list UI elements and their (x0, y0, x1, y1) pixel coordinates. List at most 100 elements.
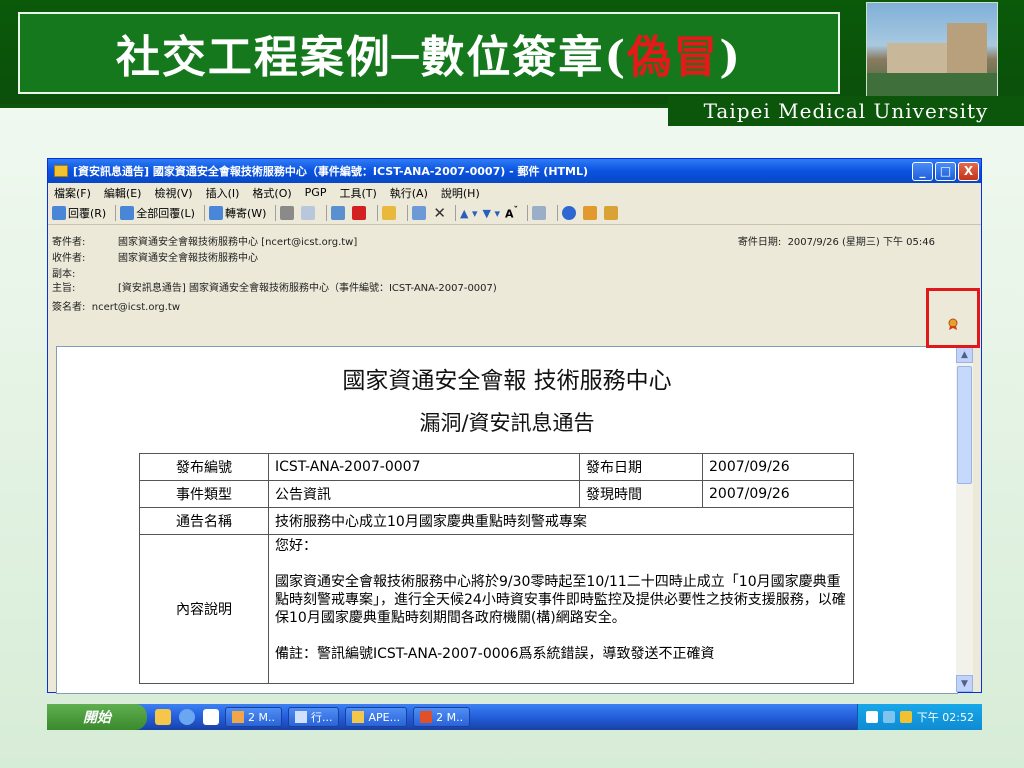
slide-title: 社交工程案例─數位簽章(偽冒) (115, 32, 743, 83)
taskbar-item-folder[interactable]: APE... (345, 707, 408, 727)
copy-button[interactable] (301, 206, 317, 220)
move-icon (331, 206, 346, 220)
copy-icon (301, 206, 316, 220)
university-photo (866, 2, 998, 98)
ime-icon[interactable] (865, 711, 878, 723)
toolbar: 回覆(R) 全部回覆(L) 轉寄(W) ✕ ▲ ▾ ▼ ▾ Aˇ (48, 202, 981, 225)
subject-row: 主旨: [資安訊息通告] 國家資通安全會報技術服務中心（事件編號：ICST-ANA… (52, 283, 497, 294)
folder-icon (382, 206, 397, 220)
email-header: 寄件者: 國家資通安全會報技術服務中心 [ncert@icst.org.tw] 收… (48, 225, 981, 315)
font-size-icon: Aˇ (504, 205, 519, 221)
flag-button[interactable] (352, 206, 368, 220)
menu-file[interactable]: 檔案(F) (54, 185, 91, 201)
signer-value[interactable]: ncert@icst.org.tw (92, 302, 180, 313)
toolbar-separator (557, 205, 559, 221)
vertical-scrollbar[interactable]: ▲ ▼ (956, 346, 973, 692)
folder-button[interactable] (382, 206, 398, 220)
menu-help[interactable]: 說明(H) (441, 185, 480, 201)
toolbar-separator (115, 205, 117, 221)
toolbar-separator (275, 205, 277, 221)
reply-all-button[interactable]: 全部回覆(L) (120, 205, 195, 221)
menu-bar: 檔案(F) 編輯(E) 檢視(V) 插入(I) 格式(O) PGP 工具(T) … (48, 183, 981, 202)
research-icon (583, 206, 598, 220)
envelope-icon (54, 165, 68, 177)
help-icon (562, 206, 577, 220)
outlook-icon (232, 711, 244, 723)
toolbar-separator (377, 205, 379, 221)
title-box: 社交工程案例─數位簽章(偽冒) (18, 12, 840, 94)
content-cell: 您好： 國家資通安全會報技術服務中心將於9/30零時起至10/11二十四時止成立… (268, 534, 854, 684)
up-arrow-icon: ▲ ▾ (460, 206, 478, 220)
scroll-down-icon[interactable]: ▼ (956, 675, 973, 692)
help-button[interactable] (562, 206, 578, 220)
taskbar-item-mail[interactable]: 2 M.. (225, 707, 282, 727)
move-button[interactable] (331, 206, 347, 220)
reply-all-icon (120, 206, 135, 220)
research-button[interactable] (583, 206, 599, 220)
scroll-up-icon[interactable]: ▲ (956, 346, 973, 363)
font-size-button[interactable]: Aˇ (505, 205, 518, 221)
scroll-thumb[interactable] (957, 366, 972, 484)
previous-button[interactable]: ▲ ▾ (460, 207, 477, 220)
taskbar-item-powerpoint[interactable]: 2 M.. (413, 707, 471, 727)
browser-quicklaunch-icon[interactable] (179, 709, 195, 725)
next-button[interactable]: ▼ ▾ (482, 207, 499, 220)
document-heading: 國家資通安全會報 技術服務中心 (342, 368, 672, 394)
table-row: 發布編號 ICST-ANA-2007-0007 發布日期 2007/09/26 (139, 453, 854, 481)
reply-button[interactable]: 回覆(R) (52, 205, 106, 221)
window-titlebar[interactable]: [資安訊息通告] 國家資通安全會報技術服務中心（事件編號：ICST-ANA-20… (48, 159, 981, 183)
cc-row: 副本: (52, 269, 76, 280)
network-icon[interactable] (882, 711, 895, 723)
subject-value: [資安訊息通告] 國家資通安全會報技術服務中心（事件編號：ICST-ANA-20… (118, 283, 497, 294)
reply-icon (52, 206, 66, 220)
menu-insert[interactable]: 插入(I) (206, 185, 240, 201)
menu-edit[interactable]: 編輯(E) (104, 185, 142, 201)
toolbar-separator (527, 205, 529, 221)
folder-icon (352, 711, 365, 723)
from-row: 寄件者: 國家資通安全會報技術服務中心 [ncert@icst.org.tw] (52, 237, 358, 248)
table-row: 事件類型 公告資訊 發現時間 2007/09/26 (139, 480, 854, 508)
from-value[interactable]: 國家資通安全會報技術服務中心 [ncert@icst.org.tw] (118, 237, 357, 248)
forward-button[interactable]: 轉寄(W) (208, 205, 266, 221)
start-button[interactable]: 開始 (47, 704, 147, 730)
address-book-icon (532, 206, 547, 220)
calendar-icon (294, 711, 307, 723)
folder-quicklaunch-icon[interactable] (155, 709, 171, 725)
delete-button[interactable]: ✕ (433, 204, 446, 222)
maximize-button[interactable]: □ (935, 161, 956, 181)
university-name: Taipei Medical University (703, 99, 989, 123)
university-name-bar: Taipei Medical University (668, 96, 1024, 126)
menu-view[interactable]: 檢視(V) (154, 185, 192, 201)
toolbar-separator (407, 205, 409, 221)
certificate-icon[interactable] (947, 318, 959, 330)
toolbar-separator (203, 205, 205, 221)
mailbox-button[interactable] (412, 206, 428, 220)
clock: 下午 02:52 (916, 711, 974, 724)
document-subheading: 漏洞/資安訊息通告 (419, 411, 595, 435)
system-tray: 下午 02:52 (856, 704, 982, 730)
to-value[interactable]: 國家資通安全會報技術服務中心 (118, 253, 258, 264)
forward-icon (208, 206, 223, 220)
to-row: 收件者: 國家資通安全會報技術服務中心 (52, 253, 258, 264)
address-book-button[interactable] (532, 206, 548, 220)
menu-pgp[interactable]: PGP (305, 186, 327, 199)
message-body[interactable]: 國家資通安全會報 技術服務中心 漏洞/資安訊息通告 發布編號 ICST-ANA-… (56, 346, 958, 694)
menu-tools[interactable]: 工具(T) (339, 185, 376, 201)
signer-row: 簽名者: ncert@icst.org.tw (52, 302, 181, 313)
word-quicklaunch-icon[interactable] (203, 709, 219, 725)
taskbar-item-schedule[interactable]: 行... (287, 707, 340, 727)
menu-actions[interactable]: 執行(A) (390, 185, 428, 201)
pgp-button[interactable] (604, 206, 620, 220)
menu-format[interactable]: 格式(O) (252, 185, 291, 201)
sent-date: 寄件日期: 2007/9/26 (星期三) 下午 05:46 (737, 237, 935, 248)
minimize-button[interactable]: _ (912, 161, 933, 181)
close-button[interactable]: X (958, 161, 979, 181)
print-button[interactable] (280, 206, 296, 220)
powerpoint-icon (420, 711, 433, 723)
security-icon[interactable] (899, 711, 912, 723)
delete-icon: ✕ (433, 204, 446, 222)
banner-underline (0, 104, 668, 108)
window-title: [資安訊息通告] 國家資通安全會報技術服務中心（事件編號：ICST-ANA-20… (73, 165, 589, 178)
title-banner: 社交工程案例─數位簽章(偽冒) (0, 0, 1024, 108)
toolbar-separator (455, 205, 456, 221)
